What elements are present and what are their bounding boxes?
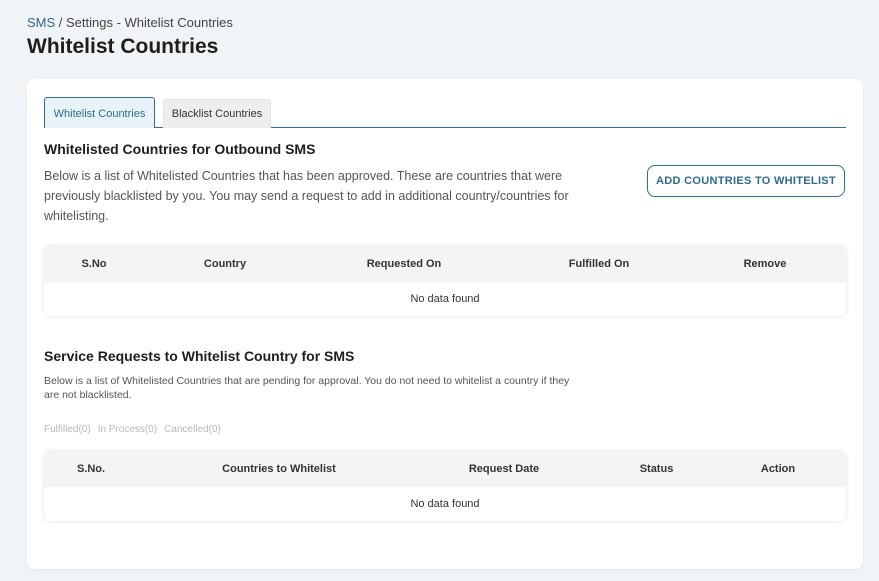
tab-bar: Whitelist Countries Blacklist Countries bbox=[44, 97, 846, 128]
column-header-requested-on: Requested On bbox=[366, 258, 442, 270]
tab-blacklist-countries[interactable]: Blacklist Countries bbox=[163, 99, 271, 128]
table-header: S.No. Countries to Whitelist Request Dat… bbox=[44, 451, 846, 487]
page-title: Whitelist Countries bbox=[27, 35, 219, 58]
column-header-fulfilled-on: Fulfilled On bbox=[568, 258, 630, 270]
column-header-remove: Remove bbox=[743, 258, 787, 270]
column-header-status: Status bbox=[639, 463, 674, 475]
breadcrumb-sms-link[interactable]: SMS bbox=[27, 15, 55, 30]
whitelisted-countries-title: Whitelisted Countries for Outbound SMS bbox=[44, 141, 316, 157]
column-header-action: Action bbox=[760, 463, 796, 475]
status-filters: Fulfilled(0) In Process(0) Cancelled(0) bbox=[44, 424, 228, 435]
whitelisted-countries-description: Below is a list of Whitelisted Countries… bbox=[44, 169, 569, 223]
breadcrumb-separator: / bbox=[55, 15, 67, 30]
whitelisted-countries-table: S.No Country Requested On Fulfilled On R… bbox=[44, 246, 846, 316]
table-empty-row: No data found bbox=[44, 487, 846, 521]
tab-whitelist-countries[interactable]: Whitelist Countries bbox=[44, 97, 155, 128]
service-requests-table: S.No. Countries to Whitelist Request Dat… bbox=[44, 451, 846, 521]
service-requests-description: Below is a list of Whitelisted Countries… bbox=[44, 375, 570, 401]
column-header-countries-to-whitelist: Countries to Whitelist bbox=[222, 463, 336, 475]
breadcrumb-current: Settings - Whitelist Countries bbox=[66, 15, 233, 30]
content-card: Whitelist Countries Blacklist Countries … bbox=[27, 79, 863, 569]
filter-fulfilled[interactable]: Fulfilled(0) bbox=[44, 424, 91, 435]
table-header: S.No Country Requested On Fulfilled On R… bbox=[44, 246, 846, 282]
column-header-request-date: Request Date bbox=[468, 463, 540, 475]
column-header-sno: S.No bbox=[81, 258, 107, 270]
filter-in-process[interactable]: In Process(0) bbox=[98, 424, 157, 435]
table-empty-row: No data found bbox=[44, 282, 846, 316]
column-header-country: Country bbox=[203, 258, 247, 270]
column-header-sno: S.No. bbox=[76, 463, 106, 475]
add-countries-to-whitelist-button[interactable]: ADD COUNTRIES TO WHITELIST bbox=[647, 165, 845, 197]
breadcrumb: SMS / Settings - Whitelist Countries bbox=[27, 15, 233, 30]
service-requests-title: Service Requests to Whitelist Country fo… bbox=[44, 348, 355, 364]
filter-cancelled[interactable]: Cancelled(0) bbox=[164, 424, 221, 435]
